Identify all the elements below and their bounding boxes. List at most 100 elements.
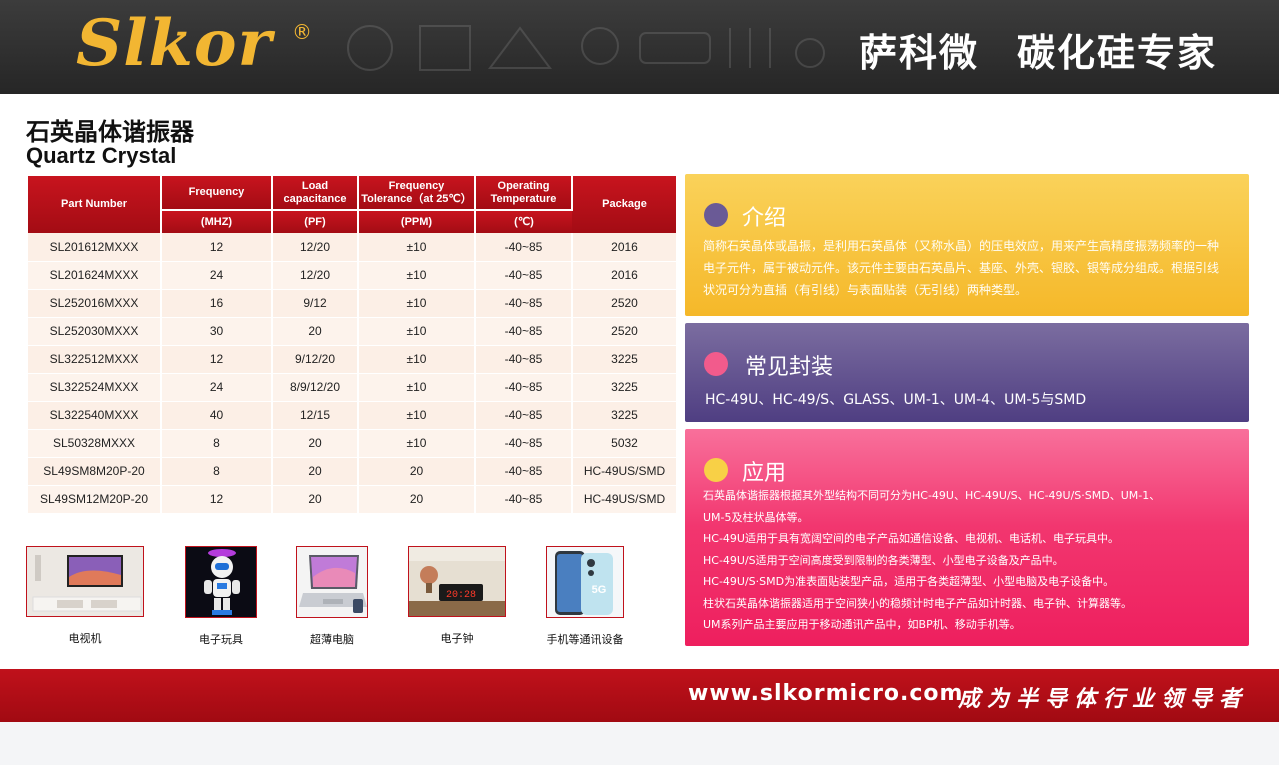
brand-logo: Slkor [76, 6, 273, 81]
main-content: 石英晶体谐振器 Quartz Crystal Part Number Frequ… [0, 94, 1279, 669]
col-header-part-number: Part Number [28, 176, 162, 233]
cell-part: SL49SM12M20P-20 [28, 485, 162, 514]
circuit-pattern-decoration [347, 25, 825, 71]
cell-freq: 8 [161, 429, 273, 458]
registered-mark: ® [292, 20, 312, 44]
cell-temp: -40~85 [475, 233, 573, 262]
spec-table-body: SL201612MXXX 12 12/20 ±10 -40~85 2016 SL201624… [28, 233, 676, 514]
cell-tol: 20 [358, 485, 476, 514]
cell-part: SL49SM8M20P-20 [28, 457, 162, 486]
usage-line: UM系列产品主要应用于移动通讯产品中，如BP机、移动手机等。 [703, 618, 1021, 631]
col-header-frequency: Frequency [161, 176, 273, 211]
page-title-cn: 石英晶体谐振器 [26, 118, 194, 146]
col-header-tolerance: Frequency Tolerance（at 25℃） [358, 176, 476, 211]
cell-load: 12/20 [272, 261, 359, 290]
usage-line: HC-49U适用于具有宽阔空间的电子产品如通信设备、电视机、电话机、电子玩具中。 [703, 532, 1119, 545]
intro-text: 简称石英晶体或晶振，是利用石英晶体（又称水晶）的压电效应，用来产生高精度振荡频率… [703, 239, 1220, 297]
unit-tolerance: (PPM) [358, 209, 476, 233]
cell-pkg: 3225 [572, 373, 676, 402]
cell-freq: 12 [161, 485, 273, 514]
unit-load: (PF) [272, 209, 359, 233]
cell-load: 20 [272, 429, 359, 458]
app-toy: 电子玩具 [185, 546, 257, 647]
cell-freq: 12 [161, 233, 273, 262]
tagline-specialty: 碳化硅专家 [1016, 31, 1217, 75]
cell-freq: 40 [161, 401, 273, 430]
cell-load: 12/15 [272, 401, 359, 430]
cell-pkg: 5032 [572, 429, 676, 458]
cell-pkg: 2520 [572, 317, 676, 346]
cell-pkg: 2016 [572, 233, 676, 262]
usage-line: 柱状石英晶体谐振器适用于空间狭小的稳频计时电子产品如计时器、电子钟、计算器等。 [703, 596, 1132, 610]
digital-clock-icon: 20:28 [408, 546, 506, 617]
app-label-toy: 电子玩具 [199, 633, 243, 646]
cell-temp: -40~85 [475, 485, 573, 514]
table-row: SL50328MXXX 8 20 ±10 -40~85 5032 [28, 429, 676, 458]
usage-line: HC-49U/S·SMD为准表面贴装型产品，适用于各类超薄型、小型电脑及电子设备… [703, 575, 1115, 588]
app-clock: 20:28 电子钟 [408, 546, 506, 646]
app-label-laptop: 超薄电脑 [310, 633, 354, 646]
spec-table: Part Number Frequency Load capacitance F… [28, 176, 676, 514]
usage-bullet-icon [704, 458, 728, 482]
app-phone: 5G 手机等通讯设备 [546, 546, 624, 647]
cell-load: 20 [272, 317, 359, 346]
cell-pkg: HC-49US/SMD [572, 485, 676, 514]
clock-display: 20:28 [446, 590, 476, 601]
intro-title: 介绍 [742, 206, 787, 231]
usage-list: 石英晶体谐振器根据其外型结构不同可分为HC-49U、HC-49U/S、HC-49… [703, 485, 1233, 636]
cell-temp: -40~85 [475, 457, 573, 486]
cell-tol: ±10 [358, 317, 476, 346]
app-tv: 电视机 [26, 546, 144, 646]
cell-tol: ±10 [358, 233, 476, 262]
footer-website-link[interactable]: www.slkormicro.com [688, 681, 963, 706]
packages-text: HC-49U、HC-49/S、GLASS、UM-1、UM-4、UM-5与SMD [705, 392, 1087, 408]
cell-temp: -40~85 [475, 401, 573, 430]
cell-freq: 16 [161, 289, 273, 318]
app-label-clock: 电子钟 [440, 632, 474, 645]
cell-load: 20 [272, 457, 359, 486]
cell-freq: 12 [161, 345, 273, 374]
cell-pkg: 2016 [572, 261, 676, 290]
cell-pkg: 2520 [572, 289, 676, 318]
table-row: SL49SM12M20P-20 12 20 20 -40~85 HC-49US/SMD [28, 485, 676, 514]
cell-part: SL322512MXXX [28, 345, 162, 374]
table-row: SL201612MXXX 12 12/20 ±10 -40~85 2016 [28, 233, 676, 262]
tv-icon [26, 546, 144, 617]
cell-freq: 24 [161, 261, 273, 290]
cell-temp: -40~85 [475, 317, 573, 346]
col-header-package: Package [572, 176, 676, 233]
cell-freq: 8 [161, 457, 273, 486]
packages-bullet-icon [704, 352, 728, 376]
cell-pkg: 3225 [572, 345, 676, 374]
table-row: SL322512MXXX 12 9/12/20 ±10 -40~85 3225 [28, 345, 676, 374]
table-row: SL252030MXXX 30 20 ±10 -40~85 2520 [28, 317, 676, 346]
cell-tol: ±10 [358, 289, 476, 318]
cell-load: 9/12/20 [272, 345, 359, 374]
app-label-tv: 电视机 [68, 632, 102, 645]
phone-badge: 5G [592, 584, 607, 596]
table-row: SL252016MXXX 16 9/12 ±10 -40~85 2520 [28, 289, 676, 318]
col-header-temperature: Operating Temperature [475, 176, 573, 211]
cell-part: SL50328MXXX [28, 429, 162, 458]
unit-frequency: (MHZ) [161, 209, 273, 233]
usage-panel: 应用 石英晶体谐振器根据其外型结构不同可分为HC-49U、HC-49U/S、HC… [685, 429, 1249, 646]
col-header-load: Load capacitance [272, 176, 359, 211]
cell-load: 8/9/12/20 [272, 373, 359, 402]
table-row: SL49SM8M20P-20 8 20 20 -40~85 HC-49US/SMD [28, 457, 676, 486]
cell-tol: ±10 [358, 429, 476, 458]
cell-part: SL252030MXXX [28, 317, 162, 346]
page-title-en: Quartz Crystal [26, 143, 177, 168]
footer-banner: www.slkormicro.com 成为半导体行业领导者 [0, 669, 1279, 722]
cell-temp: -40~85 [475, 429, 573, 458]
cell-temp: -40~85 [475, 261, 573, 290]
smartphone-icon: 5G [546, 546, 624, 618]
cell-tol: 20 [358, 457, 476, 486]
cell-temp: -40~85 [475, 373, 573, 402]
cell-load: 9/12 [272, 289, 359, 318]
cell-temp: -40~85 [475, 289, 573, 318]
header-banner: Slkor ® 萨科微 碳化硅专家 [0, 0, 1279, 94]
cell-freq: 30 [161, 317, 273, 346]
cell-part: SL322524MXXX [28, 373, 162, 402]
cell-pkg: HC-49US/SMD [572, 457, 676, 486]
cell-load: 20 [272, 485, 359, 514]
